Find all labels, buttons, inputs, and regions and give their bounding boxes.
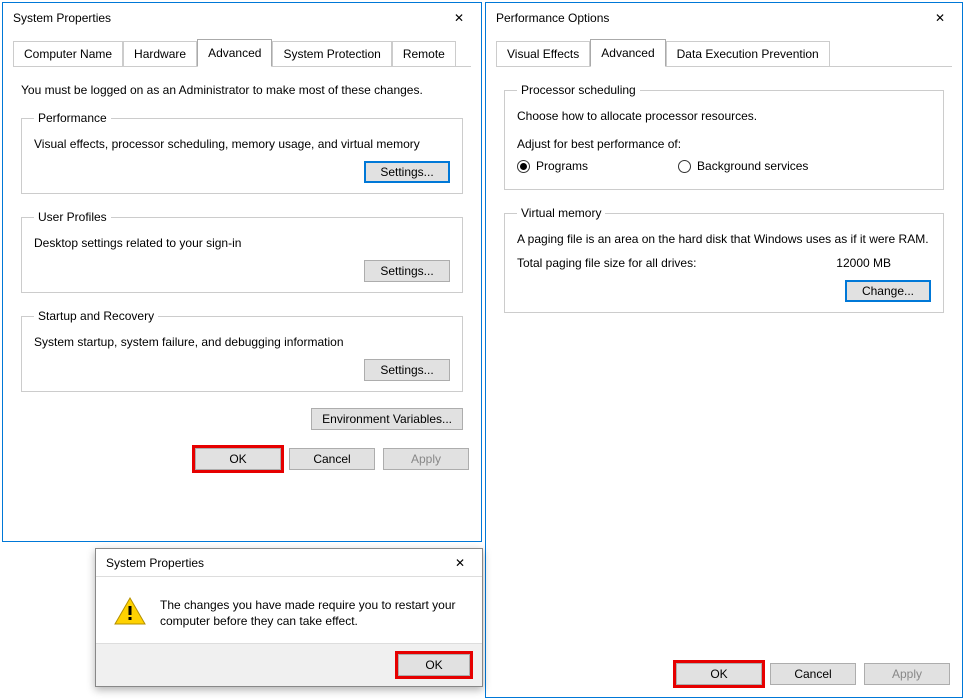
environment-variables-button[interactable]: Environment Variables... [311,408,463,430]
user-profiles-settings-button[interactable]: Settings... [364,260,450,282]
processor-scheduling-group: Processor scheduling Choose how to alloc… [504,83,944,190]
sysprops-apply-button: Apply [383,448,469,470]
tab-hardware[interactable]: Hardware [123,41,197,66]
tab-visual-effects[interactable]: Visual Effects [496,41,590,66]
virtual-memory-desc: A paging file is an area on the hard dis… [517,232,931,246]
warning-icon [114,597,146,625]
virtual-memory-legend: Virtual memory [517,206,605,220]
msgbox-ok-button[interactable]: OK [398,654,470,676]
close-icon[interactable] [920,4,960,32]
msgbox-text: The changes you have made require you to… [160,597,460,629]
processor-scheduling-desc: Choose how to allocate processor resourc… [517,109,931,123]
performance-settings-button[interactable]: Settings... [364,161,450,183]
radio-background[interactable]: Background services [678,159,808,173]
vmem-change-button[interactable]: Change... [845,280,931,302]
perfopts-title: Performance Options [496,11,920,25]
virtual-memory-group: Virtual memory A paging file is an area … [504,206,944,313]
sysprops-admin-hint: You must be logged on as an Administrato… [21,83,463,97]
paging-size-value: 12000 MB [836,256,891,270]
performance-legend: Performance [34,111,111,125]
startup-recovery-legend: Startup and Recovery [34,309,158,323]
user-profiles-legend: User Profiles [34,210,111,224]
perfopts-titlebar: Performance Options [486,3,962,33]
performance-desc: Visual effects, processor scheduling, me… [34,137,450,151]
startup-settings-button[interactable]: Settings... [364,359,450,381]
adjust-label: Adjust for best performance of: [517,137,931,151]
msgbox-title: System Properties [106,556,440,570]
close-icon[interactable] [439,4,479,32]
system-properties-window: System Properties Computer Name Hardware… [2,2,482,542]
close-icon[interactable] [440,549,480,577]
msgbox-titlebar: System Properties [96,549,482,577]
radio-icon [678,160,691,173]
startup-recovery-group: Startup and Recovery System startup, sys… [21,309,463,392]
processor-scheduling-legend: Processor scheduling [517,83,640,97]
performance-options-window: Performance Options Visual Effects Advan… [485,2,963,698]
radio-programs[interactable]: Programs [517,159,588,173]
sysprops-content: You must be logged on as an Administrato… [3,67,481,440]
tab-dep[interactable]: Data Execution Prevention [666,41,830,66]
tab-system-protection[interactable]: System Protection [272,41,391,66]
radio-icon [517,160,530,173]
paging-size-label: Total paging file size for all drives: [517,256,696,270]
sysprops-tabs: Computer Name Hardware Advanced System P… [13,39,471,67]
radio-background-label: Background services [697,159,808,173]
sysprops-title: System Properties [13,11,439,25]
perfopts-cancel-button[interactable]: Cancel [770,663,856,685]
user-profiles-group: User Profiles Desktop settings related t… [21,210,463,293]
radio-programs-label: Programs [536,159,588,173]
startup-recovery-desc: System startup, system failure, and debu… [34,335,450,349]
user-profiles-desc: Desktop settings related to your sign-in [34,236,450,250]
perfopts-footer: OK Cancel Apply [486,655,962,697]
tab-perf-advanced[interactable]: Advanced [590,39,665,67]
tab-computer-name[interactable]: Computer Name [13,41,123,66]
tab-remote[interactable]: Remote [392,41,456,66]
perfopts-apply-button: Apply [864,663,950,685]
performance-group: Performance Visual effects, processor sc… [21,111,463,194]
sysprops-cancel-button[interactable]: Cancel [289,448,375,470]
tab-advanced[interactable]: Advanced [197,39,272,67]
perfopts-ok-button[interactable]: OK [676,663,762,685]
sysprops-titlebar: System Properties [3,3,481,33]
perfopts-content: Processor scheduling Choose how to alloc… [486,67,962,339]
perfopts-tabs: Visual Effects Advanced Data Execution P… [496,39,952,67]
restart-message-box: System Properties The changes you have m… [95,548,483,687]
sysprops-footer: OK Cancel Apply [3,440,481,482]
sysprops-ok-button[interactable]: OK [195,448,281,470]
